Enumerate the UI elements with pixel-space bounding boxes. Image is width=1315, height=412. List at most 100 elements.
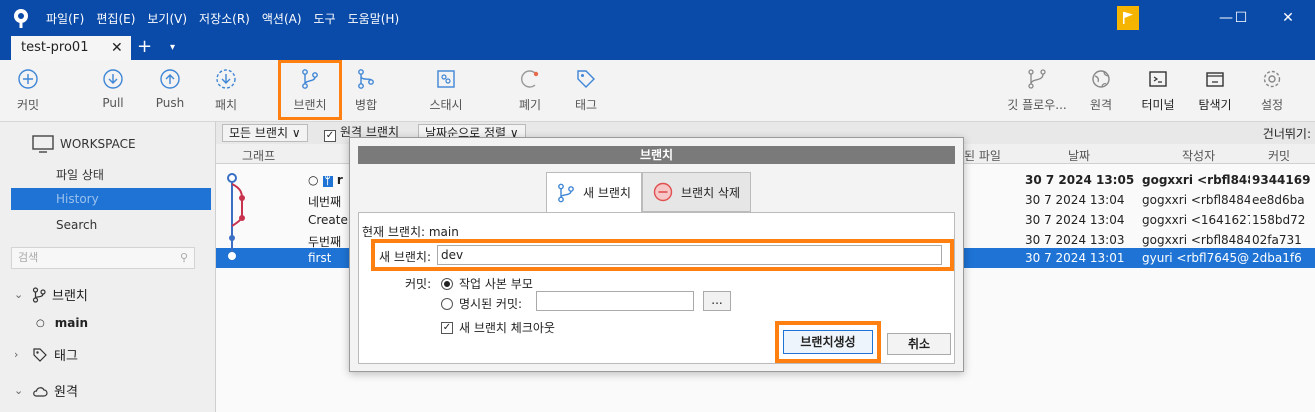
branch-button[interactable]: 브랜치 <box>278 60 342 120</box>
dialog-tabs: 새 브랜치 브랜치 삭제 <box>546 172 751 212</box>
remote-button[interactable]: 원격 <box>1071 66 1131 118</box>
tab-new-branch[interactable]: 새 브랜치 <box>546 172 642 212</box>
stash-icon <box>437 70 455 88</box>
merge-label: 병합 <box>354 98 378 112</box>
tab-delete-branch-label: 브랜치 삭제 <box>680 185 740 200</box>
branch-main-label: main <box>54 316 88 330</box>
tab-test-pro01[interactable]: test-pro01 ✕ <box>11 36 131 60</box>
commit-label: 커밋: <box>405 277 432 291</box>
branches-section[interactable]: ⌄ 브랜치 <box>14 285 88 304</box>
discard-button[interactable]: 폐기 <box>500 66 560 118</box>
sidebar-item-search[interactable]: Search <box>56 218 97 232</box>
radio-specified-commit[interactable]: 명시된 커밋: <box>441 295 522 312</box>
commit-hash: 158bd72 <box>1252 213 1306 227</box>
specified-commit-input[interactable] <box>536 291 694 311</box>
sidebar-item-file-status[interactable]: 파일 상태 <box>56 166 104 183</box>
sidebar-item-history[interactable]: History <box>11 188 211 210</box>
monitor-icon <box>32 135 54 153</box>
menu-repository[interactable]: 저장소(R) <box>199 10 250 27</box>
stash-button[interactable]: 스태시 <box>416 66 476 118</box>
menu-tools[interactable]: 도구 <box>314 10 336 27</box>
push-icon <box>160 69 180 89</box>
col-commit[interactable]: 커밋 <box>1268 147 1290 164</box>
menu-actions[interactable]: 액션(A) <box>262 10 302 27</box>
close-tab-icon[interactable]: ✕ <box>111 36 123 60</box>
tab-delete-branch[interactable]: 브랜치 삭제 <box>641 172 751 212</box>
radio-working-copy-parent[interactable]: 작업 사본 부모 <box>441 275 533 292</box>
menu-view[interactable]: 보기(V) <box>147 10 187 27</box>
commit-author: gyuri <rbfl7645@ <box>1142 251 1250 265</box>
terminal-button[interactable]: 터미널 <box>1128 66 1188 118</box>
cancel-button[interactable]: 취소 <box>887 333 951 355</box>
branch-main[interactable]: ○ main <box>36 316 88 330</box>
terminal-icon <box>1149 71 1167 87</box>
tab-menu-icon[interactable]: ▾ <box>170 36 175 60</box>
tag-icon <box>577 70 595 88</box>
commit-author: gogxxri <1641627 <box>1142 213 1250 227</box>
tab-bar: test-pro01 ✕ + ▾ <box>0 36 1315 60</box>
commit-date: 30 7 2024 13:03 <box>1025 233 1125 247</box>
commit-date: 30 7 2024 13:05 <box>1025 173 1135 187</box>
col-author[interactable]: 작성자 <box>1182 147 1215 164</box>
menu-edit[interactable]: 편집(E) <box>96 10 135 27</box>
radio-selected-icon <box>441 277 453 290</box>
tags-header: 태그 <box>54 349 78 364</box>
settings-button[interactable]: 설정 <box>1242 66 1302 118</box>
commit-hash: 02fa731 <box>1252 233 1302 247</box>
branch-icon <box>32 286 46 303</box>
tag-button[interactable]: 태그 <box>556 66 616 118</box>
browse-commit-button[interactable]: ... <box>703 291 731 311</box>
explorer-button[interactable]: 탐색기 <box>1185 66 1245 118</box>
toolbar: 커밋 Pull Push 패치 브랜치 병합 스태시 폐기 태그 깃 플로우..… <box>0 60 1315 122</box>
remotes-section[interactable]: ⌄ 원격 <box>14 381 78 400</box>
pull-icon <box>103 69 123 89</box>
menu-help[interactable]: 도움말(H) <box>348 10 400 27</box>
commit-hash: 2dba1f6 <box>1252 251 1302 265</box>
git-flow-button[interactable]: 깃 플로우... <box>1003 66 1071 118</box>
flag-button[interactable] <box>1117 6 1139 30</box>
add-tab-icon[interactable]: + <box>137 36 152 58</box>
discard-label: 폐기 <box>518 98 542 112</box>
pull-button[interactable]: Pull <box>83 66 143 118</box>
current-branch-text: 현재 브랜치: main <box>362 225 459 239</box>
remotes-header: 원격 <box>54 385 78 400</box>
all-branches-dropdown[interactable]: 모든 브랜치 ∨ <box>222 124 308 142</box>
new-branch-row: 새 브랜치: dev <box>371 239 954 271</box>
commit-graph <box>227 173 245 260</box>
col-files[interactable]: 된 파일 <box>964 147 1001 164</box>
chevron-down-icon: ⌄ <box>14 288 24 301</box>
col-date[interactable]: 날짜 <box>1068 147 1090 164</box>
commit-author: gogxxri <rbfl848 <box>1142 173 1250 187</box>
skip-label: 건너뛰기: <box>1262 127 1311 141</box>
workspace-label: WORKSPACE <box>60 137 136 151</box>
new-branch-input[interactable]: dev <box>437 245 942 265</box>
maximize-button[interactable]: ☐ <box>1218 0 1264 36</box>
close-window-button[interactable]: ✕ <box>1265 0 1311 36</box>
fetch-icon <box>216 69 236 89</box>
commit-message: first <box>308 251 332 265</box>
commit-button[interactable]: 커밋 <box>0 66 58 118</box>
flag-icon <box>1123 12 1133 24</box>
remote-icon <box>1092 70 1110 88</box>
tags-section[interactable]: › 태그 <box>14 345 78 364</box>
create-branch-button[interactable]: 브랜치생성 <box>783 330 873 354</box>
merge-button[interactable]: 병합 <box>336 66 396 118</box>
sidebar-search-input[interactable]: 검색 ⚲ <box>11 247 195 269</box>
push-button[interactable]: Push <box>140 66 200 118</box>
title-bar: 파일(F) 편집(E) 보기(V) 저장소(R) 액션(A) 도구 도움말(H)… <box>0 0 1315 36</box>
checkout-new-branch-label: 새 브랜치 체크아웃 <box>459 321 555 335</box>
commit-message-text: r <box>336 173 343 187</box>
menu-file[interactable]: 파일(F) <box>46 10 84 27</box>
fetch-button[interactable]: 패치 <box>196 66 256 118</box>
branch-tag-icon: ᛘ <box>322 176 333 187</box>
merge-icon <box>358 69 374 89</box>
col-graph[interactable]: 그래프 <box>242 147 275 164</box>
checkout-new-branch-checkbox[interactable]: ✓ 새 브랜치 체크아웃 <box>441 319 555 336</box>
chevron-right-icon: › <box>14 348 19 361</box>
checkbox-icon: ✓ <box>324 130 336 142</box>
explorer-icon <box>1206 72 1224 87</box>
menu-bar: 파일(F) 편집(E) 보기(V) 저장소(R) 액션(A) 도구 도움말(H) <box>46 0 411 36</box>
branches-header: 브랜치 <box>52 289 88 304</box>
commit-hash: ee8d6ba <box>1252 193 1305 207</box>
sidebar: WORKSPACE 파일 상태 History Search 검색 ⚲ ⌄ 브랜… <box>0 122 216 412</box>
